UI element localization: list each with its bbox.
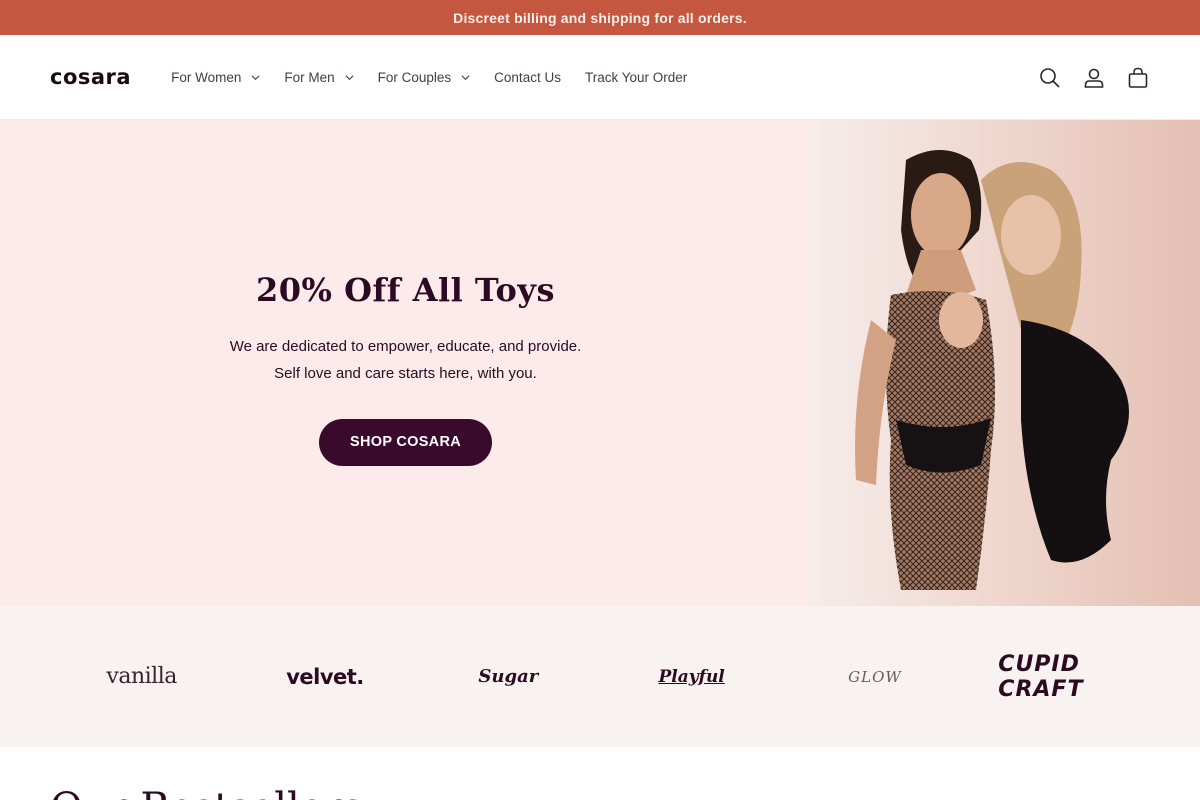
hero-title: 20% Off All Toys	[256, 270, 555, 309]
brand-logos-strip: vanilla velvet. Sugar Playful GLOW CUPID…	[0, 606, 1200, 747]
announcement-bar: Discreet billing and shipping for all or…	[0, 0, 1200, 35]
brand-logo-glow[interactable]: GLOW	[815, 668, 935, 686]
hero-image	[811, 120, 1200, 606]
nav-item-label: Contact Us	[494, 69, 561, 85]
shop-now-button[interactable]: SHOP COSARA	[319, 418, 492, 466]
nav-item-track-order[interactable]: Track Your Order	[585, 62, 699, 93]
header-icons	[1038, 35, 1150, 120]
nav-item-for-couples[interactable]: For Couples	[378, 62, 483, 93]
brand-logo[interactable]: cosara	[50, 65, 131, 89]
nav-item-label: For Men	[284, 69, 335, 85]
nav-item-contact-us[interactable]: Contact Us	[494, 62, 573, 93]
search-icon[interactable]	[1038, 66, 1062, 90]
main-nav: For Women For Men For Couples Contact Us…	[171, 62, 711, 93]
account-icon[interactable]	[1082, 66, 1106, 90]
hero-line-2: Self love and care starts here, with you…	[274, 364, 537, 382]
brand-logo-playful[interactable]: Playful	[632, 667, 752, 687]
nav-item-label: For Women	[171, 69, 242, 85]
site-header: cosara For Women For Men For Couples Con…	[0, 35, 1200, 120]
chevron-down-icon	[251, 74, 260, 80]
nav-item-label: For Couples	[377, 69, 452, 85]
hero-banner: 20% Off All Toys We are dedicated to emp…	[0, 120, 1200, 606]
chevron-down-icon	[461, 74, 470, 80]
nav-item-for-men[interactable]: For Men	[284, 62, 365, 93]
brand-logo-cupid-craft[interactable]: CUPID CRAFT	[998, 652, 1118, 702]
models-photo	[811, 120, 1200, 606]
announcement-text: Discreet billing and shipping for all or…	[453, 9, 747, 26]
brand-logo-velvet[interactable]: velvet.	[265, 665, 385, 689]
cart-icon[interactable]	[1126, 66, 1150, 90]
hero-content: 20% Off All Toys We are dedicated to emp…	[0, 120, 811, 606]
section-title: Our Bestsellers	[50, 785, 363, 800]
nav-item-label: Track Your Order	[584, 69, 688, 85]
chevron-down-icon	[345, 74, 354, 80]
nav-item-for-women[interactable]: For Women	[171, 62, 272, 93]
brand-logo-sugar[interactable]: Sugar	[448, 666, 568, 687]
bestsellers-section: Our Bestsellers	[0, 747, 1200, 800]
hero-line-1: We are dedicated to empower, educate, an…	[229, 337, 582, 355]
brand-logo-vanilla[interactable]: vanilla	[82, 664, 202, 689]
